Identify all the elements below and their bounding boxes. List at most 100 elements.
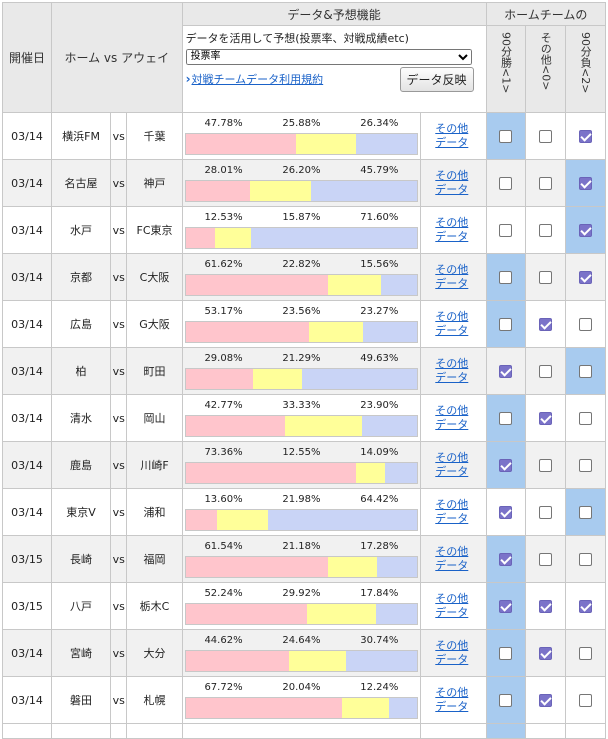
other-data-link[interactable]: その他 データ — [420, 300, 487, 348]
checkbox-other[interactable] — [539, 693, 553, 707]
bar-away-segment — [388, 697, 418, 718]
checkbox-win[interactable] — [499, 552, 513, 566]
checkbox-lose[interactable] — [579, 364, 593, 378]
match-rows: 03/14 横浜FM vs 千葉 47.78% 25.88% 26.34% その他 デ… — [2, 112, 606, 739]
other-data-link[interactable]: その他 データ — [420, 112, 487, 160]
other-data-link[interactable]: その他 データ — [420, 488, 487, 536]
checkbox-other[interactable] — [539, 505, 553, 519]
checkbox-win[interactable] — [499, 458, 513, 472]
draw-rate: 24.64% — [282, 634, 321, 646]
home-team: 京都 — [50, 253, 112, 301]
other-data-link[interactable]: その他 データ — [420, 441, 487, 489]
checkbox-other[interactable] — [539, 411, 553, 425]
vote-rate-cell: 73.36% 12.55% 14.09% — [181, 441, 422, 489]
vote-rate-bar — [184, 179, 419, 202]
other-data-link[interactable]: その他 データ — [420, 676, 487, 724]
other-data-link[interactable]: その他 データ — [420, 535, 487, 583]
bar-away-segment — [356, 133, 418, 154]
pick-cell-lose — [565, 300, 606, 348]
header-col-win: 90分勝<1> — [485, 25, 527, 113]
checkbox-other[interactable] — [539, 552, 553, 566]
checkbox-win[interactable] — [499, 129, 513, 143]
checkbox-lose[interactable] — [579, 176, 593, 190]
checkbox-win[interactable] — [499, 411, 513, 425]
terms-link[interactable]: ›対戦チームデータ利用規約 — [186, 71, 324, 87]
away-win-rate: 23.27% — [360, 305, 399, 317]
data-description: データを活用して予想(投票率、対戦成績etc) — [185, 32, 409, 45]
checkbox-win[interactable] — [499, 646, 513, 660]
checkbox-other[interactable] — [539, 599, 553, 613]
checkbox-lose[interactable] — [579, 129, 593, 143]
bar-draw-segment — [328, 556, 378, 577]
vote-rate-bar — [184, 367, 419, 390]
bar-draw-segment — [217, 509, 268, 530]
draw-rate: 15.87% — [282, 211, 321, 223]
data-type-select[interactable]: 投票率 — [185, 48, 472, 65]
vote-rate-cell: 13.60% 21.98% 64.42% — [181, 488, 422, 536]
other-data-link[interactable]: その他 データ — [420, 159, 487, 207]
checkbox-lose[interactable] — [579, 693, 593, 707]
vote-rate-bar — [184, 696, 419, 719]
other-data-link[interactable]: その他 データ — [420, 253, 487, 301]
checkbox-win[interactable] — [499, 317, 513, 331]
checkbox-other[interactable] — [539, 317, 553, 331]
pick-cell-lose — [565, 159, 606, 207]
away-team: 川崎F — [126, 441, 183, 489]
checkbox-lose[interactable] — [579, 599, 593, 613]
checkbox-other[interactable] — [539, 646, 553, 660]
checkbox-win[interactable] — [499, 599, 513, 613]
checkbox-win[interactable] — [499, 364, 513, 378]
other-data-link[interactable]: その他 データ — [420, 347, 487, 395]
away-win-rate: 26.34% — [360, 117, 399, 129]
reflect-data-button[interactable]: データ反映 — [399, 66, 474, 92]
checkbox-win[interactable] — [499, 693, 513, 707]
home-team: 宮崎 — [50, 629, 112, 677]
away-win-rate: 71.60% — [360, 211, 399, 223]
checkbox-lose[interactable] — [579, 646, 593, 660]
other-data-link[interactable]: その他 データ — [420, 394, 487, 442]
table-row: 03/14 京都 vs C大阪 61.62% 22.82% 15.56% その他 デー… — [2, 253, 606, 301]
other-data-link[interactable]: その他 データ — [420, 629, 487, 677]
checkbox-other[interactable] — [539, 223, 553, 237]
chevron-right-icon: › — [185, 72, 191, 86]
vote-rate-bar — [184, 320, 419, 343]
pick-cell-lose — [565, 441, 606, 489]
checkbox-other[interactable] — [539, 176, 553, 190]
header-match: ホーム vs アウェイ — [50, 2, 183, 113]
checkbox-lose[interactable] — [579, 552, 593, 566]
pick-cell-win — [485, 582, 527, 630]
checkbox-other[interactable] — [539, 270, 553, 284]
pick-cell-other — [525, 629, 567, 677]
checkbox-win[interactable] — [499, 223, 513, 237]
bar-home-segment — [185, 509, 218, 530]
other-data-link[interactable]: その他 データ — [420, 582, 487, 630]
checkbox-win[interactable] — [499, 176, 513, 190]
header-date: 開催日 — [2, 2, 52, 113]
checkbox-other[interactable] — [539, 364, 553, 378]
checkbox-win[interactable] — [499, 505, 513, 519]
checkbox-lose[interactable] — [579, 458, 593, 472]
pick-cell-lose — [565, 676, 606, 724]
match-date: 03/14 — [2, 394, 52, 442]
draw-rate: 12.55% — [282, 446, 321, 458]
checkbox-lose[interactable] — [579, 411, 593, 425]
checkbox-lose[interactable] — [579, 223, 593, 237]
away-team: 福岡 — [126, 535, 183, 583]
checkbox-other[interactable] — [539, 129, 553, 143]
checkbox-other[interactable] — [539, 458, 553, 472]
checkbox-win[interactable] — [499, 270, 513, 284]
pick-cell-other — [525, 206, 567, 254]
match-date: 03/14 — [2, 629, 52, 677]
pick-cell-other — [525, 159, 567, 207]
table-row: 03/14 横浜FM vs 千葉 47.78% 25.88% 26.34% その他 デ… — [2, 112, 606, 160]
vs-label: vs — [110, 347, 128, 395]
pick-cell-win — [485, 253, 527, 301]
bar-draw-segment — [308, 321, 364, 342]
checkbox-lose[interactable] — [579, 505, 593, 519]
checkbox-lose[interactable] — [579, 317, 593, 331]
other-data-link[interactable]: その他 データ — [420, 206, 487, 254]
draw-rate: 21.18% — [282, 540, 321, 552]
home-win-rate: 12.53% — [204, 211, 243, 223]
checkbox-lose[interactable] — [579, 270, 593, 284]
vote-rate-cell: 44.62% 24.64% 30.74% — [181, 629, 422, 677]
